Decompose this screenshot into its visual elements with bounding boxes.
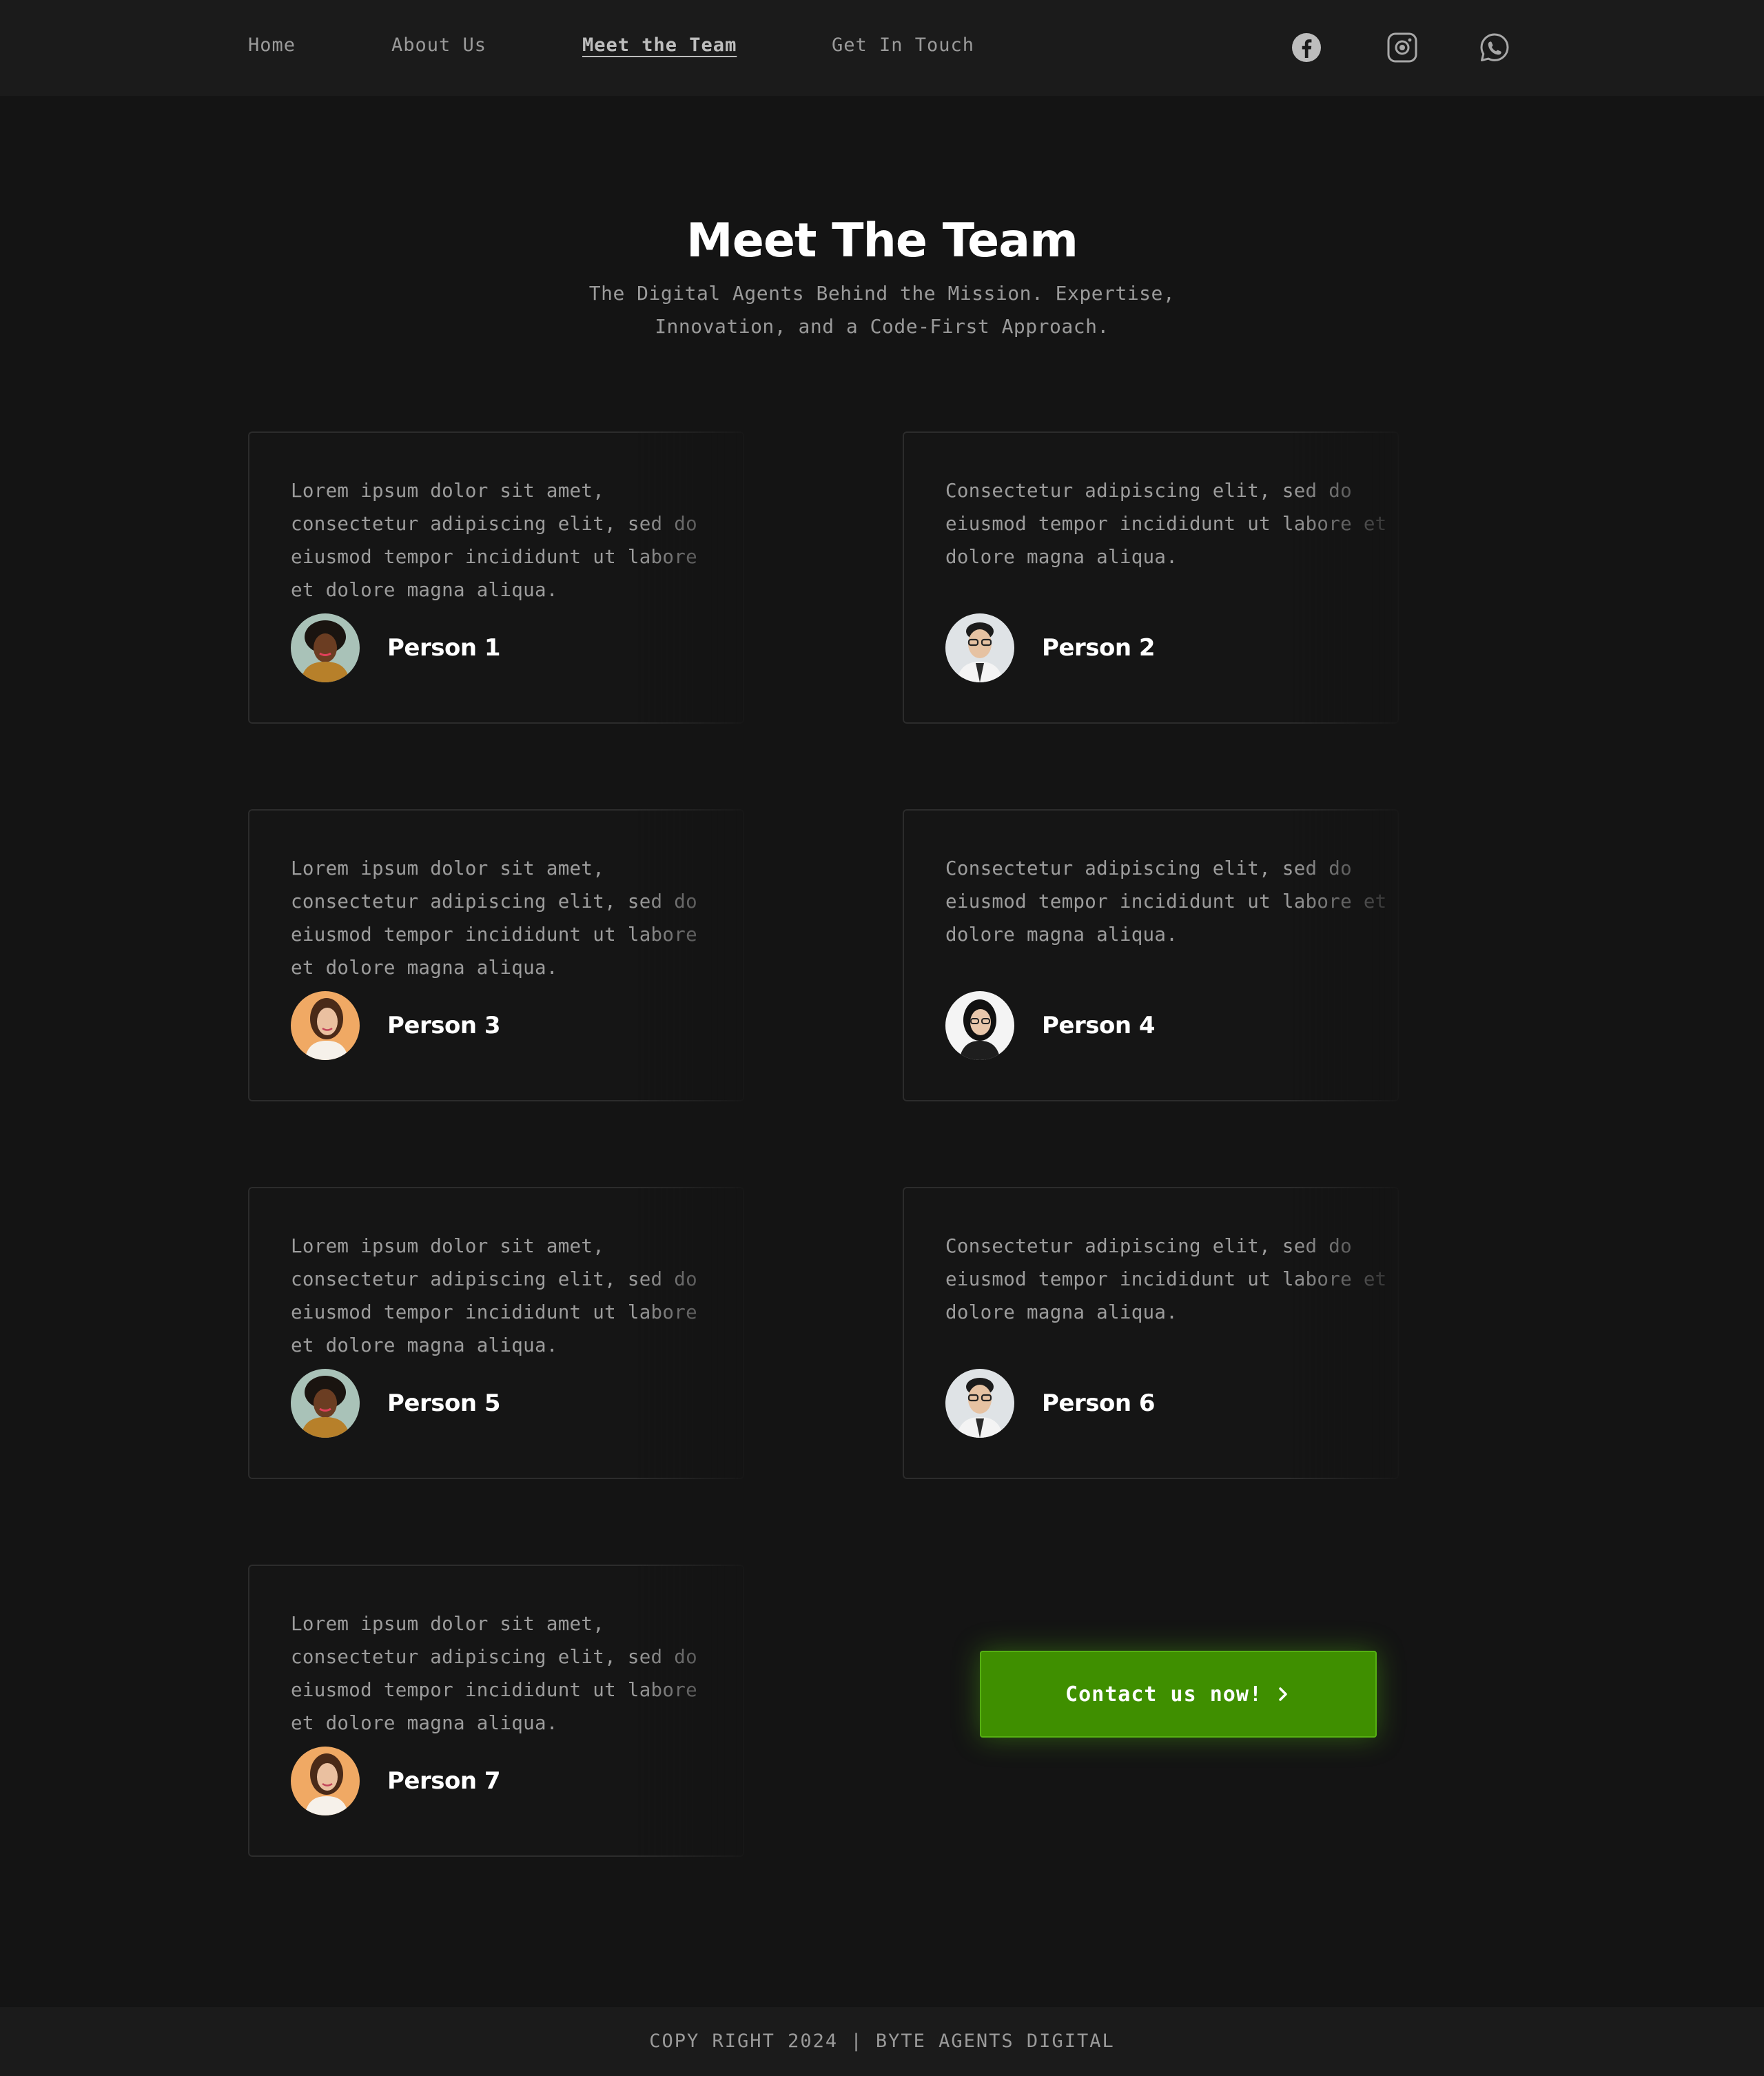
testimonial-text: Consectetur adipiscing elit, sed do eius…: [945, 857, 1387, 946]
team-card-person-1: Lorem ipsum dolor sit amet, consectetur …: [248, 431, 744, 724]
team-card-person-7: Lorem ipsum dolor sit amet, consectetur …: [248, 1565, 744, 1857]
copyright-text: COPY RIGHT 2024 | BYTE AGENTS DIGITAL: [649, 2031, 1115, 2052]
nav-link-get-in-touch[interactable]: Get In Touch: [832, 32, 974, 59]
testimonial-text: Lorem ipsum dolor sit amet, consectetur …: [291, 1613, 697, 1734]
contact-us-button[interactable]: Contact us now!: [980, 1651, 1377, 1738]
person-name: Person 3: [387, 1012, 501, 1039]
team-card-person-3: Lorem ipsum dolor sit amet, consectetur …: [248, 809, 744, 1101]
facebook-icon[interactable]: [1291, 32, 1322, 63]
testimonial-text: Lorem ipsum dolor sit amet, consectetur …: [291, 1235, 697, 1356]
nav-link-meet-the-team[interactable]: Meet the Team: [582, 32, 737, 59]
nav-link-home[interactable]: Home: [248, 32, 296, 59]
avatar: [945, 1369, 1014, 1438]
person-name: Person 5: [387, 1390, 501, 1417]
contact-us-button-label: Contact us now!: [1065, 1682, 1262, 1707]
team-card-person-6: Consectetur adipiscing elit, sed do eius…: [903, 1187, 1399, 1479]
person-name: Person 4: [1042, 1012, 1156, 1039]
testimonial-text: Lorem ipsum dolor sit amet, consectetur …: [291, 857, 697, 979]
whatsapp-icon[interactable]: [1479, 32, 1510, 63]
person-name: Person 6: [1042, 1390, 1156, 1417]
team-card-person-5: Lorem ipsum dolor sit amet, consectetur …: [248, 1187, 744, 1479]
instagram-icon[interactable]: [1386, 32, 1418, 63]
team-card-person-4: Consectetur adipiscing elit, sed do eius…: [903, 809, 1399, 1101]
team-card-person-2: Consectetur adipiscing elit, sed do eius…: [903, 431, 1399, 724]
avatar: [945, 991, 1014, 1060]
top-navigation-bar: Home About Us Meet the Team Get In Touch: [0, 0, 1764, 96]
chevron-right-icon: [1279, 1687, 1287, 1701]
person-name: Person 1: [387, 634, 501, 662]
avatar: [291, 991, 360, 1060]
footer: COPY RIGHT 2024 | BYTE AGENTS DIGITAL: [0, 2007, 1764, 2076]
avatar: [291, 1369, 360, 1438]
person-name: Person 7: [387, 1767, 501, 1795]
avatar: [945, 613, 1014, 682]
page-subtitle: The Digital Agents Behind the Mission. E…: [588, 282, 1176, 338]
page-title: Meet The Team: [686, 214, 1078, 268]
testimonial-text: Consectetur adipiscing elit, sed do eius…: [945, 1235, 1387, 1323]
avatar: [291, 1747, 360, 1815]
person-name: Person 2: [1042, 634, 1156, 662]
testimonial-text: Consectetur adipiscing elit, sed do eius…: [945, 480, 1387, 568]
avatar: [291, 613, 360, 682]
testimonial-text: Lorem ipsum dolor sit amet, consectetur …: [291, 480, 697, 601]
nav-link-about-us[interactable]: About Us: [391, 32, 486, 59]
